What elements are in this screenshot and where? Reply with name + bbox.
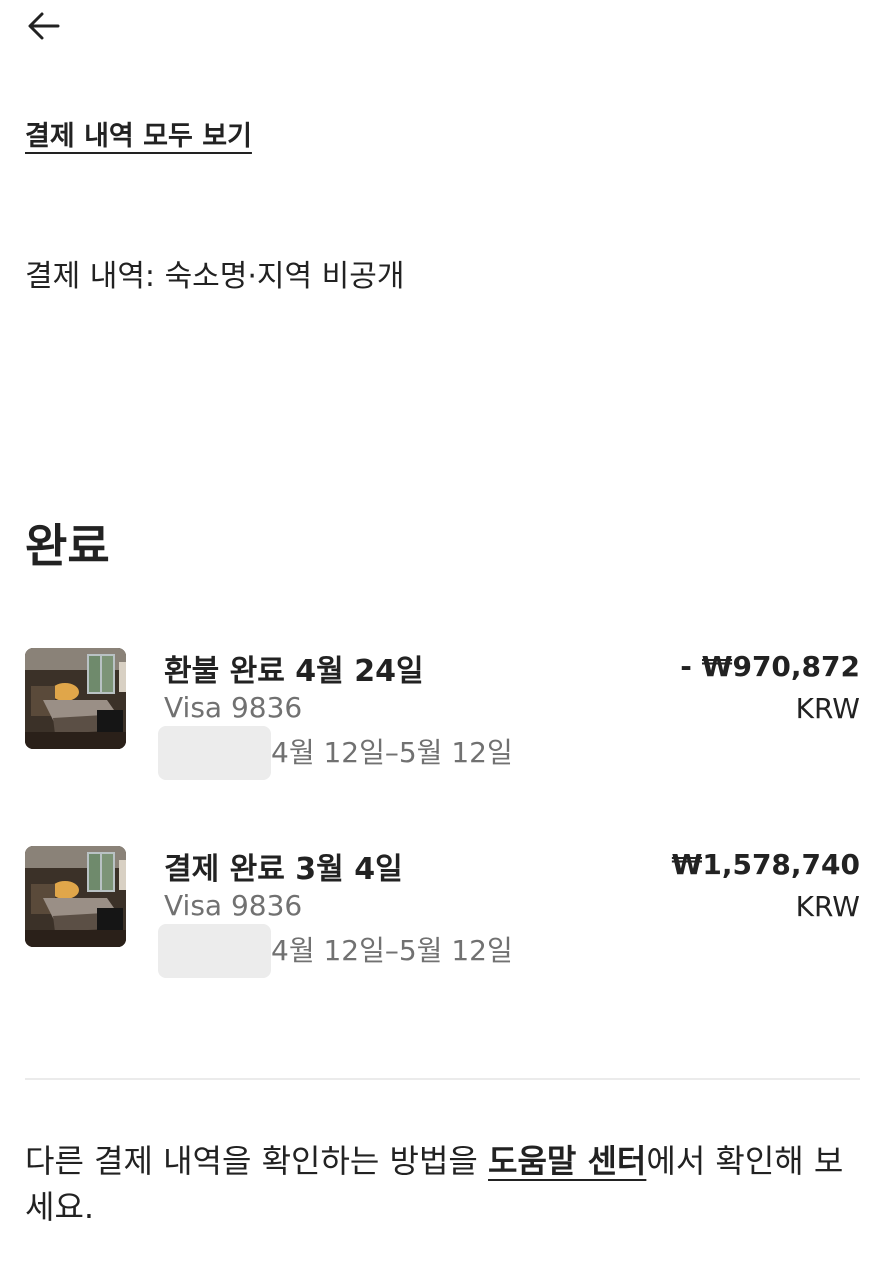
divider — [25, 1078, 860, 1080]
redacted-listing-name — [158, 726, 271, 780]
listing-thumbnail — [25, 648, 126, 749]
transaction-amount: - ₩970,872 — [680, 650, 860, 683]
see-all-history-link[interactable]: 결제 내역 모두 보기 — [25, 114, 252, 153]
listing-thumbnail — [25, 846, 126, 947]
redacted-listing-name — [158, 924, 271, 978]
back-button[interactable] — [22, 6, 66, 50]
transaction-title: 환불 완료 4월 24일 — [164, 654, 424, 689]
section-title: 완료 — [25, 519, 110, 573]
payment-history-page: 결제 내역 모두 보기 결제 내역: 숙소명·지역 비공개 완료 환불 완료 4… — [0, 0, 884, 1278]
transaction-card: Visa 9836 — [164, 691, 303, 724]
help-center-link[interactable]: 도움말 센터 — [488, 1142, 646, 1180]
help-text-prefix: 다른 결제 내역을 확인하는 방법을 — [25, 1142, 489, 1180]
transaction-card: Visa 9836 — [164, 889, 303, 922]
transaction-item[interactable]: 결제 완료 3월 4일 Visa 9836 4월 12일–5월 12일 ₩1,5… — [25, 844, 860, 978]
transaction-currency: KRW — [795, 692, 860, 725]
arrow-left-icon — [26, 8, 62, 48]
history-note: 결제 내역: 숙소명·지역 비공개 — [25, 259, 405, 294]
transaction-dates: 4월 12일–5월 12일 — [271, 934, 513, 967]
transaction-currency: KRW — [795, 890, 860, 923]
transaction-item[interactable]: 환불 완료 4월 24일 Visa 9836 4월 12일–5월 12일 - ₩… — [25, 646, 860, 780]
help-text: 다른 결제 내역을 확인하는 방법을 도움말 센터에서 확인해 보세요. — [25, 1138, 865, 1230]
transaction-dates: 4월 12일–5월 12일 — [271, 736, 513, 769]
transaction-amount: ₩1,578,740 — [671, 848, 860, 881]
transaction-title: 결제 완료 3월 4일 — [164, 852, 403, 887]
